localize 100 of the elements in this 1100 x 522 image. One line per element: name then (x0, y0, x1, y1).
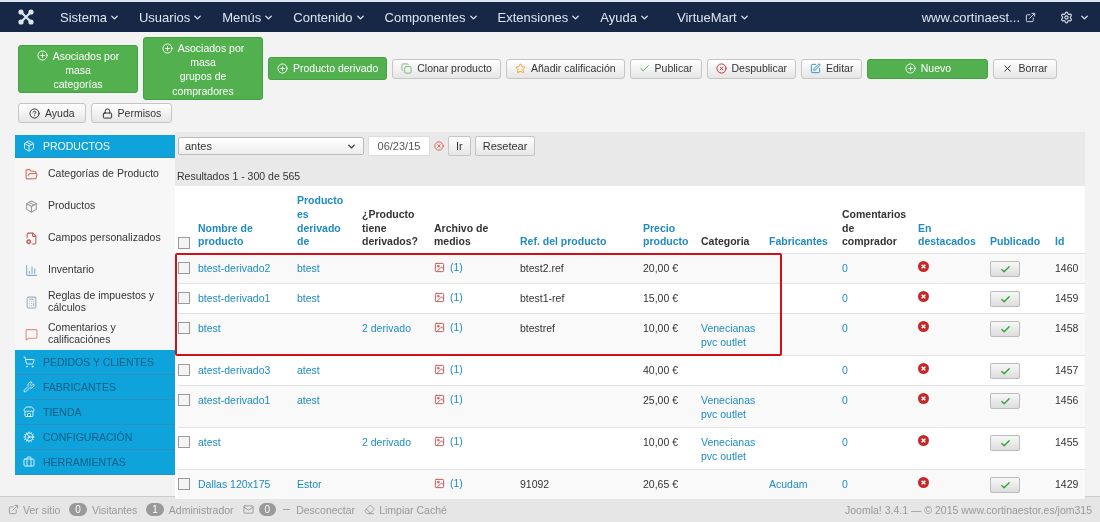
row-checkbox[interactable] (178, 292, 190, 304)
media-link[interactable]: (1) (434, 363, 520, 375)
column-header[interactable]: Ref. del producto (520, 235, 643, 249)
toolbar-button[interactable]: Producto derivado (268, 57, 388, 80)
sidebar-item[interactable]: Reglas de impuestos y cálculos (15, 286, 175, 318)
admins-label[interactable]: Administrador (168, 503, 234, 516)
row-checkbox[interactable] (178, 322, 190, 334)
sidebar-section[interactable]: CONFIGURACIÓN (15, 425, 175, 450)
not-featured-icon[interactable] (918, 477, 929, 488)
nav-menu[interactable]: Componentes (384, 9, 479, 25)
column-header[interactable]: Comentarios de comprador (842, 208, 918, 249)
product-name-link[interactable]: atest-derivado3 (198, 363, 271, 378)
column-header[interactable]: Fabricantes (769, 235, 842, 249)
published-toggle[interactable] (990, 321, 1020, 337)
category-link[interactable]: Venecianas pvc outlet (701, 393, 756, 422)
toolbar-button[interactable]: Asociados por masa categorías (18, 44, 138, 93)
media-link[interactable]: (1) (434, 261, 520, 273)
not-featured-icon[interactable] (918, 393, 929, 404)
filter-button[interactable]: Ir (448, 136, 471, 156)
manufacturer-link[interactable]: Acudam (769, 477, 808, 492)
published-toggle[interactable] (990, 261, 1020, 277)
row-checkbox[interactable] (178, 436, 190, 448)
toolbar-button[interactable]: Clonar producto (392, 58, 501, 79)
parent-product-link[interactable]: Estor (297, 477, 322, 492)
not-featured-icon[interactable] (918, 261, 929, 272)
published-toggle[interactable] (990, 363, 1020, 379)
parent-product-link[interactable]: atest (297, 393, 320, 408)
select-all-checkbox[interactable] (178, 237, 190, 249)
column-header[interactable]: En destacados (918, 221, 990, 249)
nav-menu[interactable]: Menús (222, 9, 275, 25)
filter-select[interactable]: antes (178, 137, 364, 155)
sidebar-section[interactable]: PEDIDOS Y CLIENTES (15, 350, 175, 375)
column-header[interactable]: Nombre de producto (198, 221, 297, 249)
nav-menu[interactable]: Sistema (60, 9, 120, 25)
row-checkbox[interactable] (178, 364, 190, 376)
column-header[interactable]: Id (1055, 235, 1085, 249)
view-site-link[interactable]: Ver sitio (8, 503, 61, 516)
comments-link[interactable]: 0 (842, 477, 848, 492)
product-name-link[interactable]: btest-derivado2 (198, 261, 271, 276)
product-name-link[interactable]: btest-derivado1 (198, 291, 271, 306)
parent-product-link[interactable]: btest (297, 261, 320, 276)
row-checkbox[interactable] (178, 478, 190, 490)
sidebar-section[interactable]: HERRAMIENTAS (15, 450, 175, 475)
logo-icon[interactable] (18, 9, 34, 25)
derived-link[interactable]: 2 derivado (362, 321, 412, 336)
nav-menu[interactable]: Usuarios (138, 9, 204, 25)
toolbar-button[interactable]: Borrar (993, 58, 1057, 79)
comments-link[interactable]: 0 (842, 261, 848, 276)
parent-product-link[interactable]: btest (297, 291, 320, 306)
date-field[interactable]: 06/23/15 (368, 136, 430, 156)
filter-button[interactable]: Resetear (474, 136, 536, 156)
logout-link[interactable]: Desconectar (281, 503, 356, 516)
product-name-link[interactable]: atest (198, 435, 221, 450)
not-featured-icon[interactable] (918, 291, 929, 302)
sidebar-section[interactable]: PRODUCTOS (15, 135, 175, 158)
visitors-label[interactable]: Visitantes (91, 503, 138, 516)
published-toggle[interactable] (990, 477, 1020, 493)
not-featured-icon[interactable] (918, 363, 929, 374)
nav-menu[interactable]: Ayuda (600, 9, 650, 25)
toolbar-button[interactable]: Nuevo (867, 58, 989, 79)
published-toggle[interactable] (990, 393, 1020, 409)
nav-menu[interactable]: Contenido (293, 9, 366, 25)
site-link[interactable]: www.cortinaest... (921, 9, 1036, 25)
product-name-link[interactable]: Dallas 120x175 (198, 477, 271, 492)
parent-product-link[interactable]: atest (297, 363, 320, 378)
column-header[interactable]: Archivo de medios (434, 221, 520, 249)
published-toggle[interactable] (990, 435, 1020, 451)
comments-link[interactable]: 0 (842, 435, 848, 450)
sidebar-section[interactable]: TIENDA (15, 400, 175, 425)
row-checkbox[interactable] (178, 262, 190, 274)
column-header[interactable]: ¿Producto tiene derivados? (362, 208, 434, 249)
media-link[interactable]: (1) (434, 435, 520, 447)
clear-icon[interactable] (434, 141, 444, 151)
sidebar-item[interactable]: Inventario (15, 254, 175, 286)
not-featured-icon[interactable] (918, 435, 929, 446)
sidebar-item[interactable]: Comentarios y calificaciónes (15, 318, 175, 350)
toolbar-button[interactable]: Ayuda (18, 103, 86, 123)
comments-link[interactable]: 0 (842, 363, 848, 378)
toolbar-button[interactable]: Añadir calificación (505, 58, 625, 79)
column-header[interactable]: Categoria (701, 235, 769, 249)
sidebar-item[interactable]: Productos (15, 190, 175, 222)
toolbar-button[interactable]: Editar (801, 58, 863, 79)
category-link[interactable]: Venecianas pvc outlet (701, 435, 756, 464)
column-header[interactable]: Precio producto (643, 221, 701, 249)
toolbar-button[interactable]: Despublicar (706, 58, 796, 79)
derived-link[interactable]: 2 derivado (362, 435, 412, 450)
sidebar-item[interactable]: Campos personalizados (15, 222, 175, 254)
comments-link[interactable]: 0 (842, 393, 848, 408)
nav-menu[interactable]: VirtueMart (677, 9, 750, 25)
row-checkbox[interactable] (178, 394, 190, 406)
column-header[interactable]: Publicado (990, 235, 1055, 249)
media-link[interactable]: (1) (434, 291, 520, 303)
sidebar-item[interactable]: Categorías de Producto (15, 158, 175, 190)
sidebar-section[interactable]: FABRICANTES (15, 375, 175, 400)
column-header[interactable]: Producto es derivado de (297, 194, 362, 249)
toolbar-button[interactable]: Asociados por masa grupos de compradores (143, 37, 263, 100)
clear-cache-link[interactable]: Limpiar Caché (364, 503, 447, 516)
comments-link[interactable]: 0 (842, 291, 848, 306)
nav-menu[interactable]: Extensiones (497, 9, 582, 25)
not-featured-icon[interactable] (918, 321, 929, 332)
